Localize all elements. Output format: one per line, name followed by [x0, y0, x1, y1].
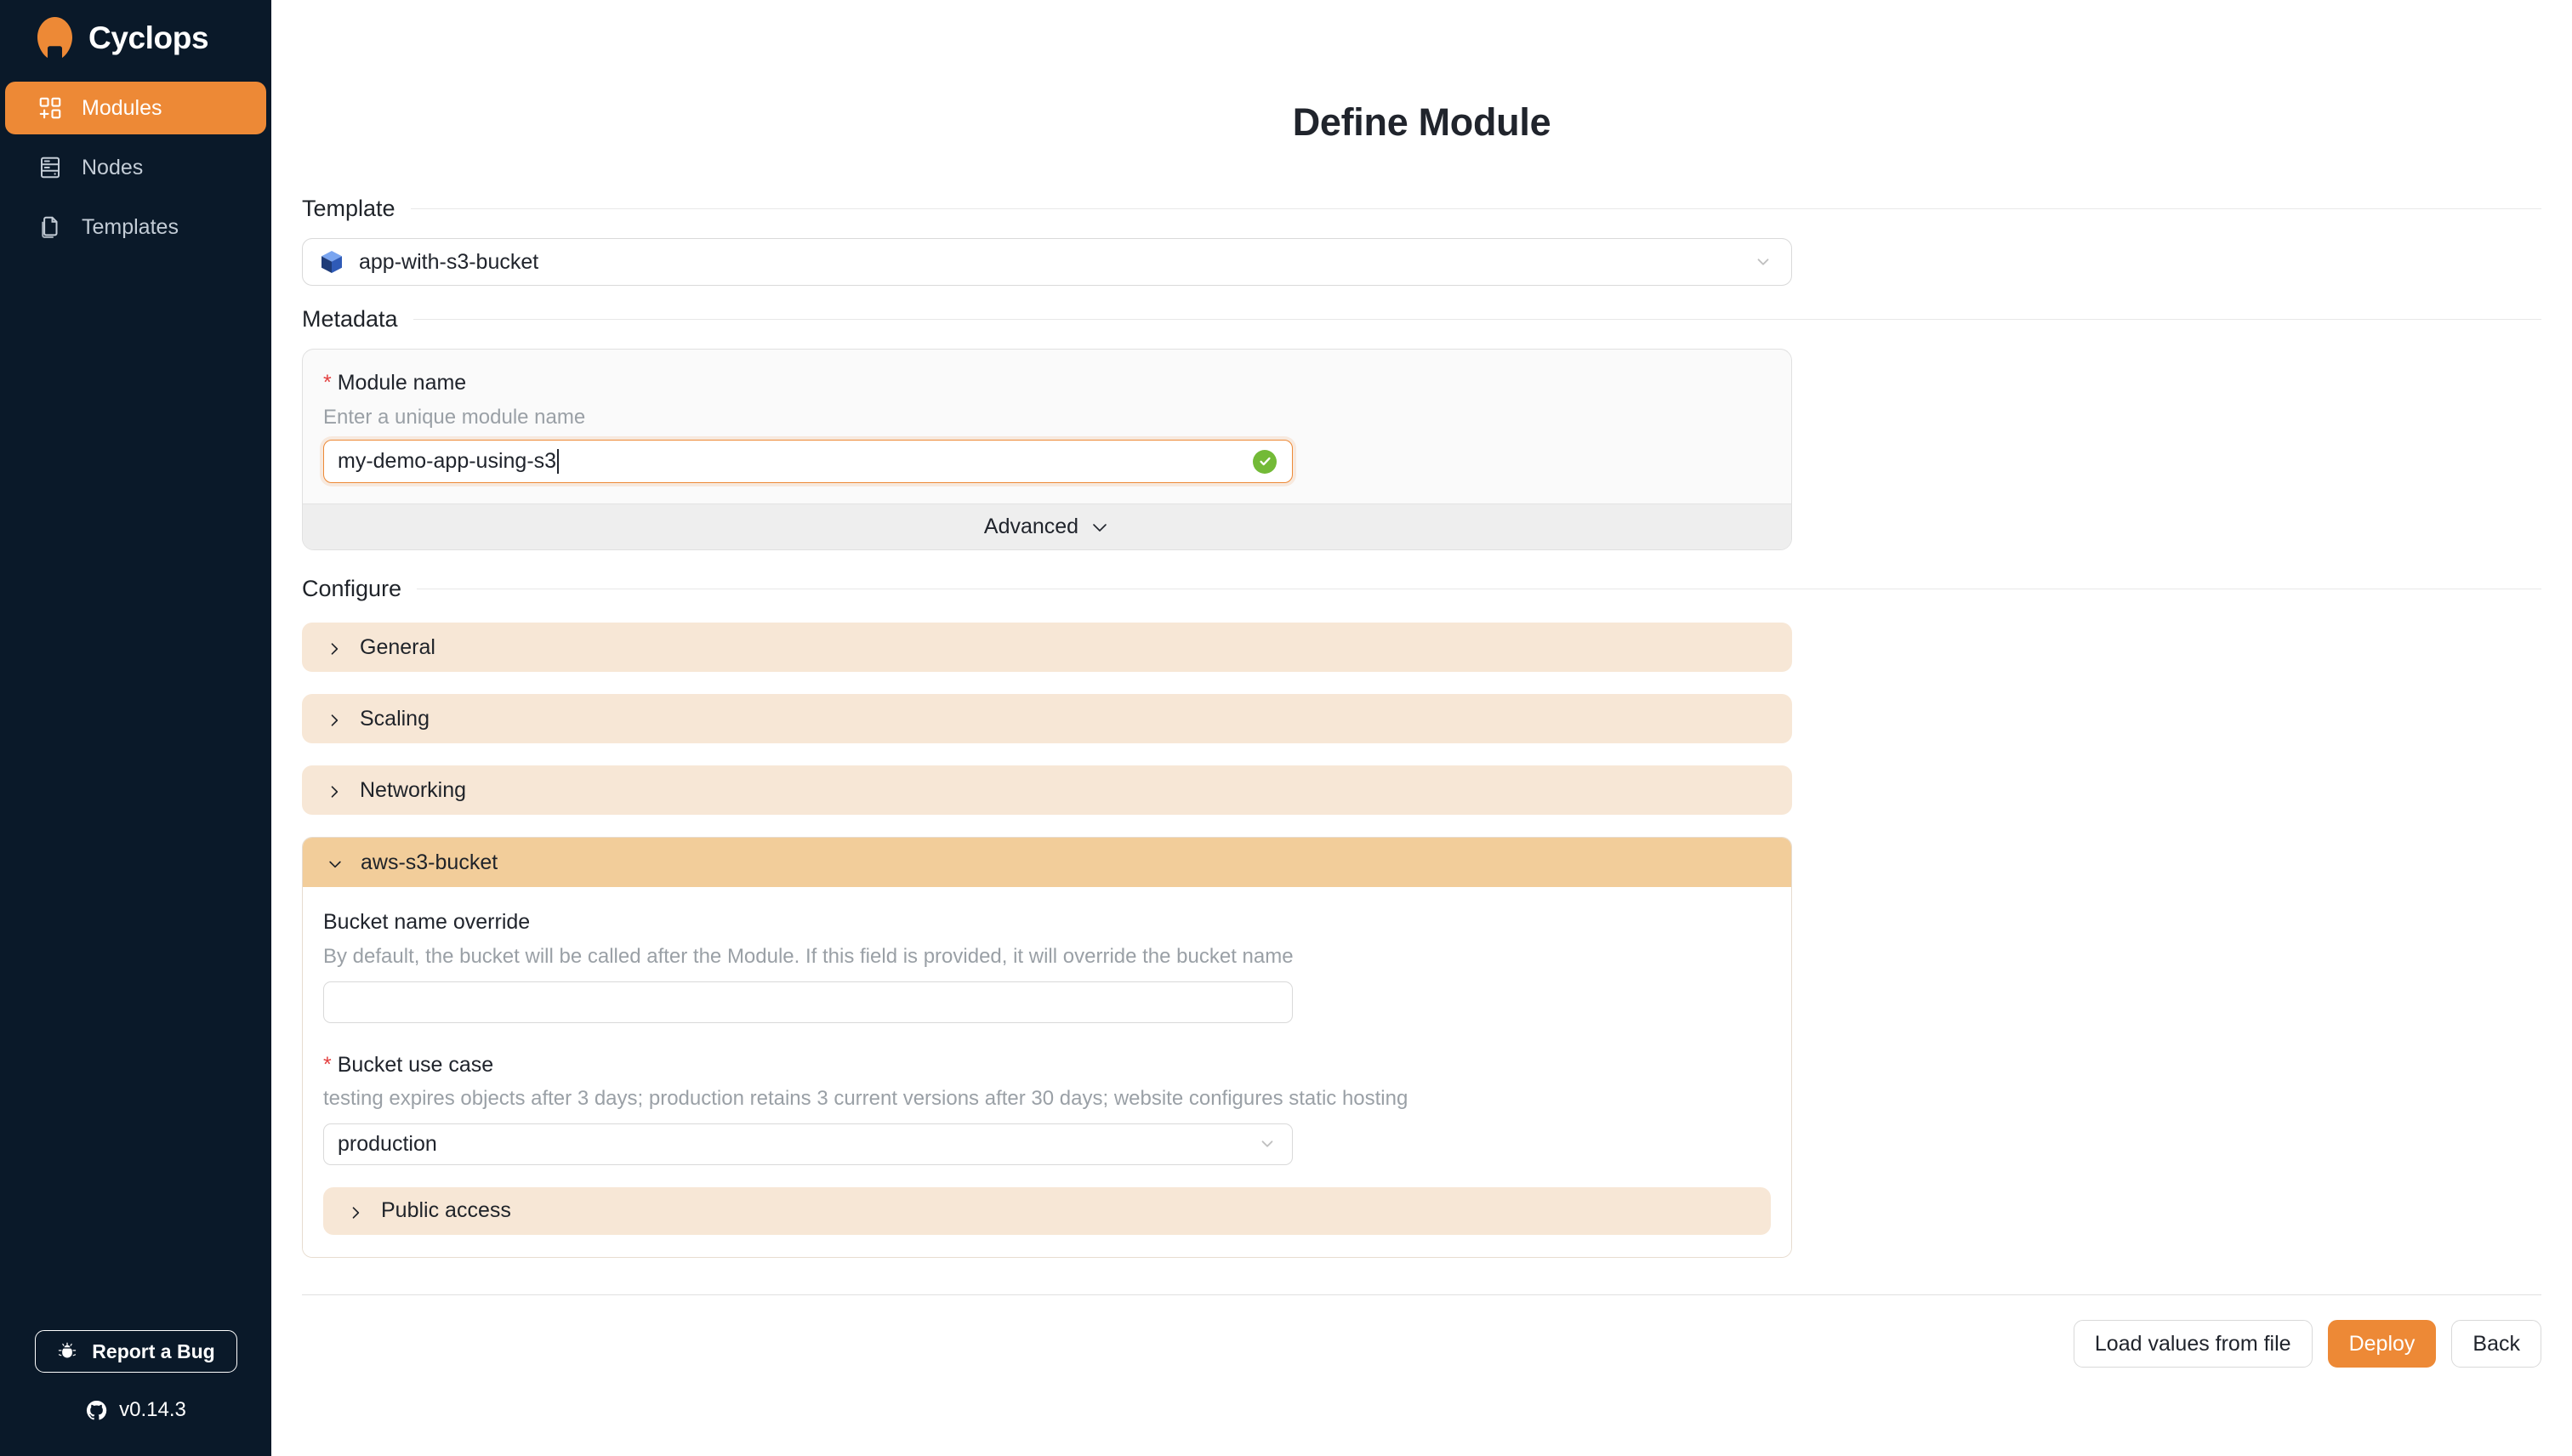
back-button[interactable]: Back [2451, 1320, 2541, 1368]
required-marker: * [323, 1052, 332, 1077]
panel-scaling[interactable]: Scaling [302, 694, 1792, 744]
chevron-down-icon [1090, 517, 1110, 537]
panel-networking-header[interactable]: Networking [302, 765, 1792, 816]
text-caret [557, 449, 560, 475]
panel-label: General [360, 634, 435, 659]
sidebar-footer: Report a Bug v0.14.3 [0, 1330, 271, 1422]
module-name-input[interactable]: my-demo-app-using-s3 [323, 440, 1293, 484]
field-label-text: Module name [337, 371, 467, 395]
bucket-use-case-select[interactable]: production [323, 1123, 1293, 1165]
version-link[interactable]: v0.14.3 [85, 1398, 186, 1422]
bucket-use-case-value: production [338, 1131, 437, 1156]
configure-section-heading: Configure [302, 577, 2541, 600]
template-section-heading: Template [302, 197, 2541, 220]
bucket-name-override-input[interactable] [323, 981, 1293, 1023]
main-content: Define Module Template app-with-s3-bucke… [271, 0, 2572, 1456]
panel-label: Networking [360, 777, 467, 802]
section-title: Metadata [302, 306, 398, 332]
section-title: Template [302, 196, 395, 221]
chevron-down-icon [1258, 1135, 1277, 1153]
sidebar-item-label: Modules [82, 95, 162, 120]
form-content: Template app-with-s3-bucket Metadata * M… [271, 197, 2572, 1258]
chevron-right-icon [347, 1203, 364, 1220]
report-a-bug-label: Report a Bug [92, 1339, 215, 1362]
metadata-section-heading: Metadata [302, 308, 2541, 331]
cyclops-logo-icon [36, 16, 74, 60]
sidebar-item-templates[interactable]: Templates [5, 201, 266, 253]
panel-aws-s3-bucket-body: Bucket name override By default, the buc… [303, 887, 1791, 1257]
advanced-toggle[interactable]: Advanced [303, 503, 1791, 550]
load-values-from-file-button[interactable]: Load values from file [2073, 1320, 2313, 1368]
field-label-text: Bucket name override [323, 910, 531, 935]
template-select[interactable]: app-with-s3-bucket [302, 238, 1792, 286]
panel-public-access[interactable]: Public access [323, 1186, 1771, 1235]
module-name-description: Enter a unique module name [323, 405, 586, 429]
panel-aws-s3-bucket-header[interactable]: aws-s3-bucket [303, 838, 1791, 888]
footer-divider [302, 1294, 2541, 1295]
appstore-add-icon [37, 95, 63, 121]
divider [410, 208, 2541, 209]
blue-cube-icon [318, 248, 345, 276]
required-marker: * [323, 371, 332, 395]
sidebar-item-modules[interactable]: Modules [5, 82, 266, 134]
app-root: Cyclops Modules Nodes Templates Report a… [0, 0, 2572, 1456]
sidebar-item-label: Nodes [82, 155, 144, 179]
configure-panels: General Scaling Networking aws-s3-bucket… [302, 623, 1792, 1258]
panel-networking[interactable]: Networking [302, 765, 1792, 816]
check-circle-icon [1253, 449, 1277, 474]
chevron-right-icon [326, 639, 343, 656]
panel-label: aws-s3-bucket [361, 850, 498, 874]
bucket-name-override-label: Bucket name override [323, 911, 1771, 935]
panel-general-header[interactable]: General [302, 623, 1792, 673]
module-name-label: * Module name [323, 371, 1771, 395]
report-a-bug-button[interactable]: Report a Bug [34, 1330, 237, 1373]
action-bar: Load values from file Deploy Back [2073, 1320, 2541, 1368]
template-selected-value: app-with-s3-bucket [359, 249, 539, 274]
panel-public-access-header[interactable]: Public access [323, 1187, 1771, 1235]
advanced-label: Advanced [983, 515, 1079, 539]
divider [413, 319, 2541, 320]
section-title: Configure [302, 576, 402, 602]
deploy-button[interactable]: Deploy [2327, 1320, 2437, 1368]
brand-name: Cyclops [88, 20, 209, 55]
brand[interactable]: Cyclops [0, 0, 271, 77]
panel-general[interactable]: General [302, 623, 1792, 673]
chevron-down-icon [327, 854, 344, 871]
sidebar-item-nodes[interactable]: Nodes [5, 141, 266, 194]
chevron-down-icon [1754, 253, 1773, 271]
field-label-text: Bucket use case [337, 1052, 494, 1077]
sidebar: Cyclops Modules Nodes Templates Report a… [0, 0, 271, 1456]
sidebar-nav: Modules Nodes Templates [0, 77, 271, 260]
sidebar-item-label: Templates [82, 214, 179, 239]
panel-scaling-header[interactable]: Scaling [302, 694, 1792, 744]
github-icon [85, 1399, 108, 1422]
version-label: v0.14.3 [119, 1398, 186, 1421]
database-server-icon [37, 155, 63, 180]
panel-label: Public access [381, 1198, 511, 1223]
bucket-use-case-label: * Bucket use case [323, 1052, 1771, 1078]
panel-label: Scaling [360, 706, 430, 731]
copy-documents-icon [37, 214, 63, 240]
chevron-right-icon [326, 782, 343, 799]
panel-aws-s3-bucket: aws-s3-bucket Bucket name override By de… [302, 837, 1792, 1258]
metadata-card-body: * Module name Enter a unique module name… [303, 350, 1791, 503]
page-title: Define Module [1292, 100, 1551, 144]
bucket-name-override-description: By default, the bucket will be called af… [323, 944, 1294, 968]
metadata-card: * Module name Enter a unique module name… [302, 349, 1792, 551]
module-name-value: my-demo-app-using-s3 [338, 449, 557, 474]
chevron-right-icon [326, 710, 343, 727]
bug-icon [56, 1340, 78, 1362]
bucket-use-case-description: testing expires objects after 3 days; pr… [323, 1087, 1408, 1111]
